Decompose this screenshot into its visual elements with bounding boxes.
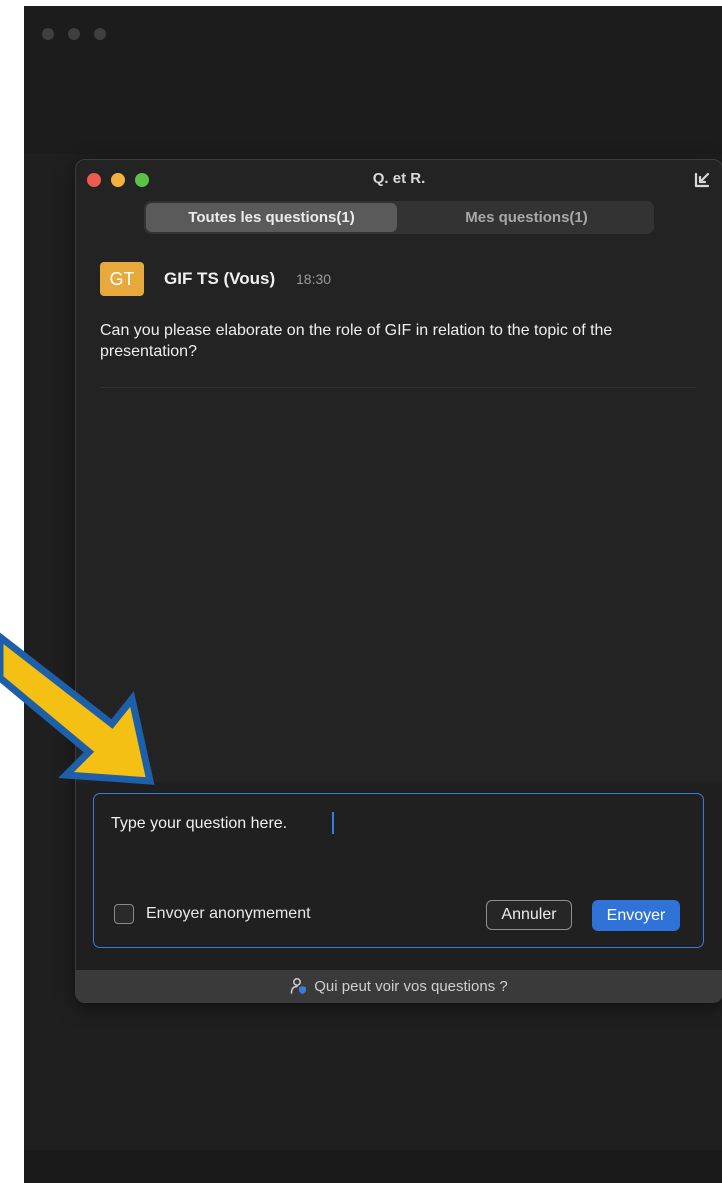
anonymous-option[interactable]: Envoyer anonymement (114, 904, 311, 924)
question-time: 18:30 (296, 271, 332, 287)
anonymous-checkbox[interactable] (114, 904, 134, 924)
dialog-titlebar: Q. et R. (76, 160, 722, 198)
cancel-button[interactable]: Annuler (486, 900, 572, 930)
question-input[interactable] (111, 815, 671, 833)
dialog-footer: Qui peut voir vos questions ? (76, 970, 722, 1002)
compose-area: Envoyer anonymement Annuler Envoyer (76, 782, 722, 970)
send-button[interactable]: Envoyer (592, 900, 680, 931)
background-window-controls (42, 28, 106, 40)
text-caret (332, 812, 334, 834)
pop-in-icon[interactable] (692, 170, 712, 190)
dialog-title: Q. et R. (372, 170, 426, 187)
who-can-see-link[interactable]: Qui peut voir vos questions ? (314, 978, 507, 995)
background-titlebar (24, 6, 722, 154)
background-close-dot (42, 28, 54, 40)
tab-all-questions[interactable]: Toutes les questions(1) (146, 203, 397, 232)
pointer-arrow-icon (0, 632, 155, 785)
tab-my-questions[interactable]: Mes questions(1) (401, 203, 652, 232)
background-footer (24, 1150, 722, 1183)
question-tabs: Toutes les questions(1) Mes questions(1) (144, 201, 654, 234)
background-zoom-dot (94, 28, 106, 40)
question-divider (100, 387, 696, 388)
question-text: Can you please elaborate on the role of … (100, 322, 613, 360)
qa-dialog: Q. et R. Toutes les questions(1) Mes que… (75, 159, 722, 1003)
user-shield-icon (291, 978, 307, 994)
anonymous-label: Envoyer anonymement (146, 905, 311, 922)
background-minimize-dot (68, 28, 80, 40)
compose-box: Envoyer anonymement Annuler Envoyer (93, 793, 704, 948)
avatar: GT (100, 262, 144, 296)
question-author: GIF TS (Vous) (164, 269, 276, 288)
